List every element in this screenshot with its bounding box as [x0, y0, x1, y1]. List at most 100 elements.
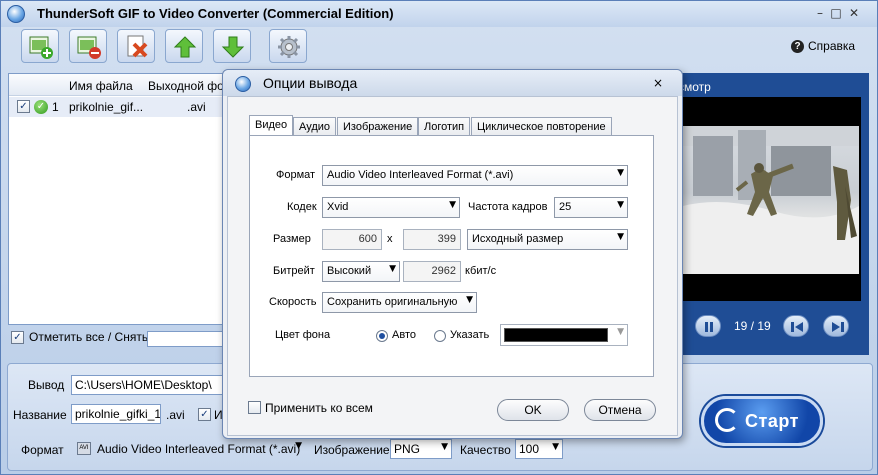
chevron-down-icon: ▼	[441, 442, 448, 452]
start-button-label: Старт	[745, 411, 799, 431]
speed-select[interactable]: Сохранить оригинальную ▼	[322, 292, 477, 313]
column-header-name[interactable]: Имя файла	[69, 79, 133, 93]
select-all-checkbox[interactable]: ✓	[11, 330, 24, 344]
height-input[interactable]: 399	[403, 229, 461, 250]
next-frame-button[interactable]	[823, 315, 849, 337]
tab-image[interactable]: Изображение	[337, 117, 419, 137]
dialog-title-bar: Опции вывода ×	[223, 70, 682, 96]
format-select[interactable]: AVI Audio Video Interleaved Format (*.av…	[73, 439, 305, 459]
codec-select[interactable]: Xvid ▼	[322, 197, 460, 218]
remove-file-icon	[77, 36, 101, 59]
chevron-down-icon: ▼	[466, 295, 473, 305]
tab-audio[interactable]: Аудио	[293, 117, 337, 137]
tab-loop[interactable]: Циклическое повторение	[471, 117, 612, 137]
clear-list-button[interactable]	[117, 29, 155, 63]
preview-scene-icon	[683, 126, 859, 274]
name-input[interactable]: prikolnie_gifki_16	[71, 404, 161, 424]
framerate-select[interactable]: 25 ▼	[554, 197, 628, 218]
convert-icon	[715, 408, 739, 432]
row-filename: prikolnie_gif...	[69, 100, 144, 114]
frame-counter: 19 / 19	[734, 319, 771, 333]
file-list: Имя файла Выходной формат ✓ ✓ 1 prikolni…	[8, 73, 226, 325]
speed-label: Скорость	[269, 296, 317, 308]
row-checkbox[interactable]: ✓	[17, 100, 30, 113]
format-select-value: Audio Video Interleaved Format (*.avi)	[97, 442, 301, 456]
minimize-button[interactable]: –	[813, 6, 827, 20]
help-label: Справка	[808, 39, 856, 53]
chevron-down-icon: ▼	[389, 264, 396, 274]
dialog-format-label: Формат	[276, 169, 316, 181]
bg-color-picker[interactable]: ▼	[500, 324, 628, 346]
add-file-icon	[29, 36, 53, 59]
file-list-header: Имя файла Выходной формат	[9, 74, 225, 96]
pause-icon	[705, 322, 713, 332]
add-file-button[interactable]	[21, 29, 59, 63]
output-label: Вывод	[28, 378, 65, 392]
table-row[interactable]: ✓ ✓ 1 prikolnie_gif... .avi	[9, 97, 225, 117]
quality-value: 100	[519, 442, 540, 456]
select-all[interactable]: ✓ Отметить все / Снять	[11, 330, 148, 344]
output-path-input[interactable]: C:\Users\HOME\Desktop\	[71, 375, 231, 395]
dialog-title: Опции вывода	[263, 75, 358, 91]
image-format-select[interactable]: PNG ▼	[390, 439, 452, 459]
skip-forward-icon	[832, 322, 844, 332]
move-down-button[interactable]	[213, 29, 251, 63]
dialog-format-value: Audio Video Interleaved Format (*.avi)	[327, 169, 514, 181]
size-mode-value: Исходный размер	[472, 233, 564, 245]
apply-all-label: Применить ко всем	[265, 401, 373, 415]
close-button[interactable]: ✕	[847, 6, 861, 20]
remove-file-button[interactable]	[69, 29, 107, 63]
image-format-label: Изображение	[314, 443, 390, 457]
bg-custom-label: Указать	[450, 329, 490, 341]
filter-input[interactable]	[147, 331, 225, 347]
quality-label: Качество	[460, 443, 511, 457]
toolbar	[1, 27, 877, 67]
bg-auto-radio[interactable]	[376, 330, 388, 342]
cancel-button[interactable]: Отмена	[584, 399, 656, 421]
format-label: Формат	[21, 443, 64, 457]
bg-color-swatch	[504, 328, 608, 342]
bitrate-input[interactable]: 2962	[403, 261, 461, 282]
tab-logo[interactable]: Логотип	[418, 117, 471, 137]
image-format-value: PNG	[394, 442, 421, 456]
preview-image	[683, 126, 859, 274]
apply-all-checkbox[interactable]	[248, 401, 261, 414]
use-original-name-checkbox[interactable]: ✓	[198, 408, 211, 421]
move-up-button[interactable]	[165, 29, 203, 63]
select-all-label: Отметить все / Снять	[29, 330, 149, 344]
avi-file-icon: AVI	[77, 442, 91, 455]
dialog-close-button[interactable]: ×	[653, 76, 663, 90]
chevron-down-icon: ▼	[617, 168, 624, 178]
chevron-down-icon: ▼	[617, 200, 624, 210]
chevron-down-icon: ▼	[617, 327, 624, 337]
move-down-icon	[221, 36, 245, 58]
bitrate-unit-label: кбит/с	[465, 265, 497, 277]
settings-button[interactable]	[269, 29, 307, 63]
tab-video[interactable]: Видео	[249, 115, 294, 137]
framerate-label: Частота кадров	[468, 201, 548, 213]
pause-button[interactable]	[695, 315, 721, 337]
app-logo-icon	[7, 5, 25, 23]
app-title: ThunderSoft GIF to Video Converter (Comm…	[37, 6, 394, 21]
dialog-format-select[interactable]: Audio Video Interleaved Format (*.avi) ▼	[322, 165, 628, 186]
main-window: ThunderSoft GIF to Video Converter (Comm…	[0, 0, 878, 475]
skip-back-icon	[791, 322, 803, 332]
column-header-output[interactable]: Выходной формат	[148, 79, 224, 93]
width-input[interactable]: 600	[322, 229, 382, 250]
bitrate-mode-value: Высокий	[327, 265, 372, 277]
size-mode-select[interactable]: Исходный размер ▼	[467, 229, 628, 250]
previous-frame-button[interactable]	[783, 315, 809, 337]
clear-list-icon	[127, 35, 148, 58]
speed-value: Сохранить оригинальную	[327, 296, 458, 308]
help-link[interactable]: ? Справка	[791, 39, 855, 53]
extension-label: .avi	[166, 408, 185, 422]
bitrate-mode-select[interactable]: Высокий ▼	[322, 261, 400, 282]
settings-icon	[278, 36, 300, 58]
bgcolor-label: Цвет фона	[275, 329, 331, 341]
restore-button[interactable]: □	[829, 6, 843, 20]
ok-button[interactable]: OK	[497, 399, 569, 421]
quality-select[interactable]: 100 ▼	[515, 439, 563, 459]
framerate-value: 25	[559, 201, 572, 213]
move-up-icon	[173, 36, 197, 58]
bg-custom-radio[interactable]	[434, 330, 446, 342]
